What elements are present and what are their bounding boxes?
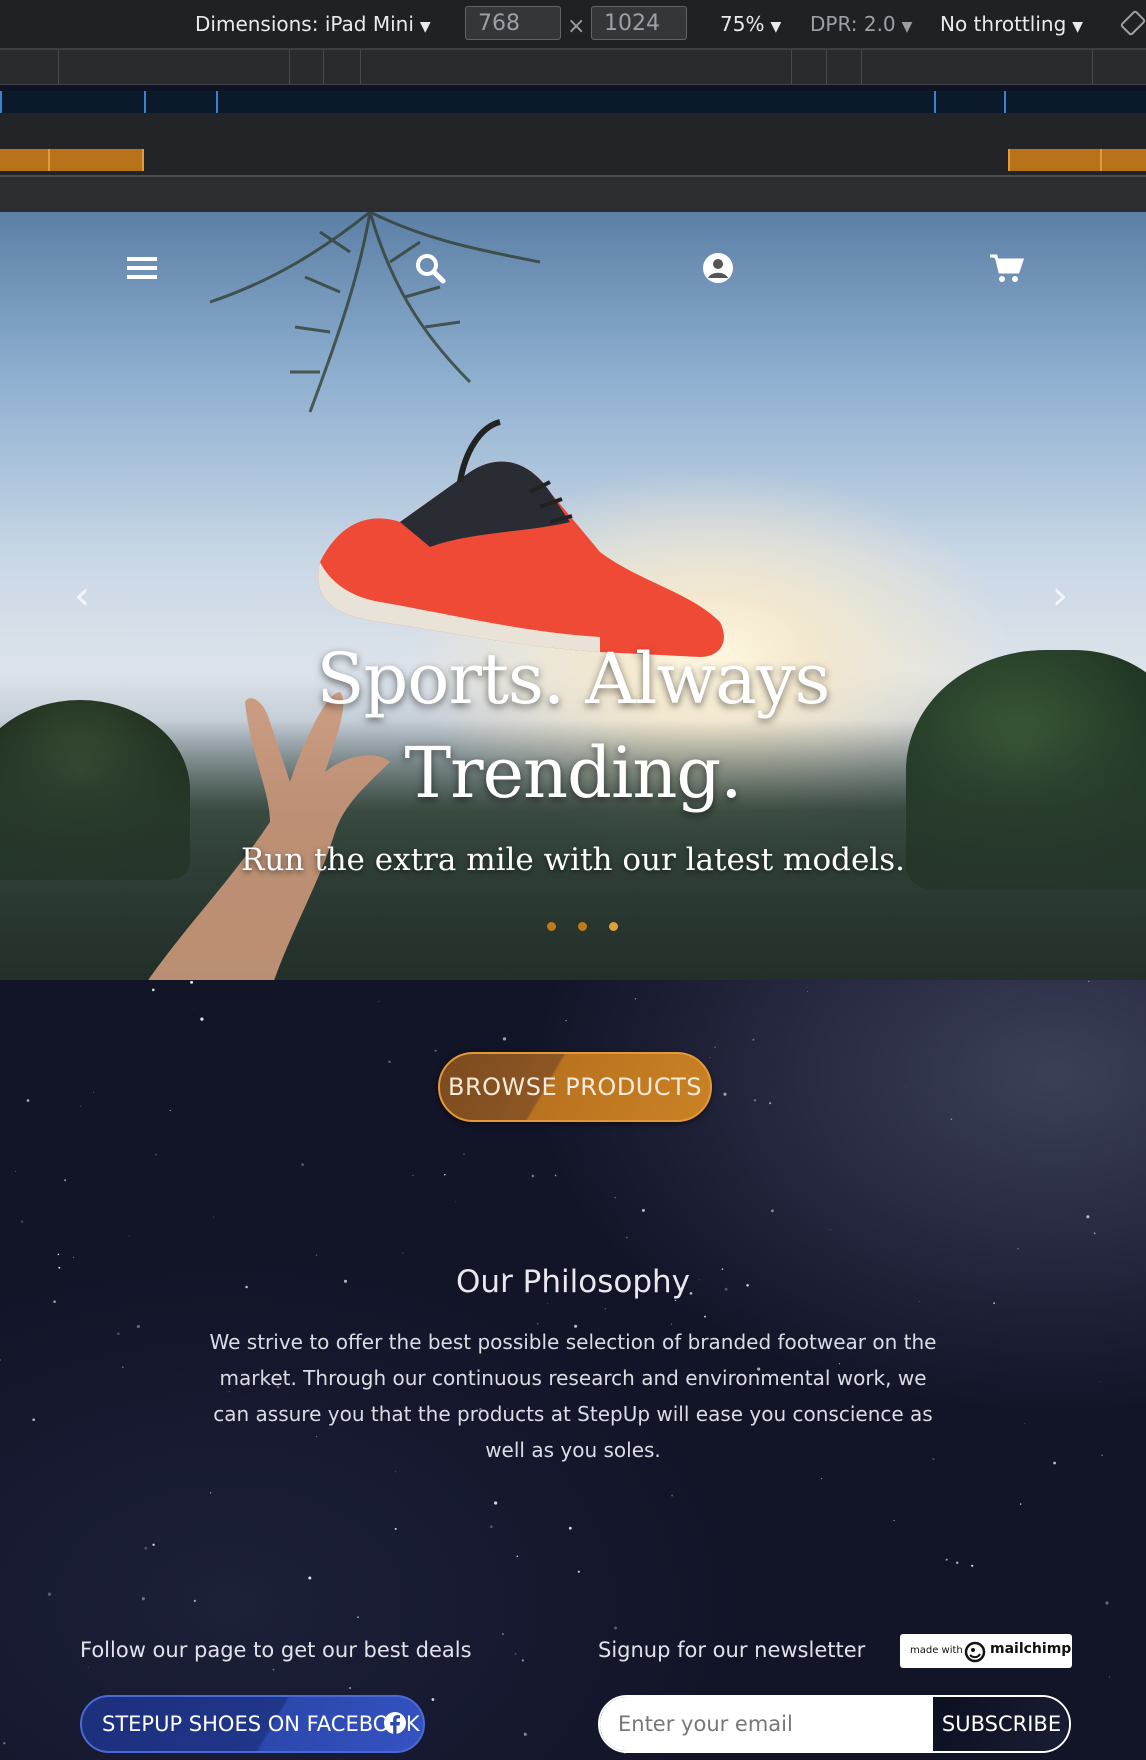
hero-subtitle: Run the extra mile with our latest model… bbox=[241, 842, 905, 878]
subscribe-button[interactable]: SUBSCRIBE bbox=[932, 1697, 1069, 1751]
hero-title-line2: Trending. bbox=[404, 732, 742, 814]
newsletter-signup-text: Signup for our newsletter bbox=[598, 1638, 866, 1662]
follow-text: Follow our page to get our best deals bbox=[80, 1638, 472, 1662]
rotate-icon[interactable] bbox=[1120, 10, 1146, 36]
carousel-indicators bbox=[536, 918, 629, 931]
browse-products-button[interactable]: BROWSE PRODUCTS bbox=[438, 1052, 712, 1122]
zoom-dropdown[interactable]: 75% ▼ bbox=[720, 12, 781, 36]
zoom-label: 75% bbox=[720, 12, 765, 36]
chevron-down-icon: ▼ bbox=[419, 19, 431, 35]
carousel-dot[interactable] bbox=[578, 922, 587, 931]
mailchimp-logo-icon bbox=[964, 1641, 986, 1663]
throttling-dropdown[interactable]: No throttling ▼ bbox=[940, 12, 1083, 36]
philosophy-text: We strive to offer the best possible sel… bbox=[209, 1330, 937, 1462]
height-input[interactable]: 1024 bbox=[591, 6, 687, 40]
chevron-down-icon: ▼ bbox=[770, 19, 782, 35]
media-query-bar-min-width[interactable] bbox=[0, 113, 1146, 177]
hero-title: Sports. Always Trending. bbox=[0, 632, 1146, 820]
email-input[interactable] bbox=[600, 1697, 932, 1751]
menu-icon[interactable] bbox=[122, 248, 162, 288]
dimensions-dropdown[interactable]: Dimensions: iPad Mini ▼ bbox=[195, 12, 431, 36]
facebook-icon bbox=[384, 1712, 406, 1735]
chevron-down-icon: ▼ bbox=[901, 19, 913, 35]
carousel-prev-arrow[interactable]: ‹ bbox=[74, 576, 104, 616]
width-input[interactable]: 768 bbox=[465, 6, 561, 40]
media-query-bar-max-width[interactable] bbox=[0, 91, 1146, 113]
times-symbol: × bbox=[567, 14, 586, 39]
chevron-down-icon: ▼ bbox=[1072, 19, 1084, 35]
badge-small-text: made with bbox=[910, 1645, 963, 1656]
search-icon[interactable] bbox=[410, 248, 450, 288]
newsletter-form: SUBSCRIBE bbox=[598, 1695, 1071, 1753]
mailchimp-badge[interactable]: made with mailchimp bbox=[900, 1634, 1072, 1668]
badge-brand-text: mailchimp bbox=[990, 1641, 1072, 1657]
main-content: BROWSE PRODUCTS Our Philosophy We strive… bbox=[0, 980, 1146, 1760]
media-query-ruler bbox=[0, 50, 1146, 85]
philosophy-title: Our Philosophy bbox=[456, 1264, 690, 1300]
dimensions-label: Dimensions: iPad Mini bbox=[195, 12, 414, 36]
devtools-device-toolbar: Dimensions: iPad Mini ▼ 768 × 1024 75% ▼ D… bbox=[0, 0, 1146, 50]
carousel-next-arrow[interactable]: › bbox=[1052, 576, 1082, 616]
dpr-dropdown[interactable]: DPR: 2.0 ▼ bbox=[810, 12, 912, 36]
hero-title-line1: Sports. Always bbox=[316, 638, 831, 720]
facebook-page-button[interactable]: STEPUP SHOES ON FACEBOOK bbox=[80, 1695, 425, 1753]
ruler-gap bbox=[0, 177, 1146, 212]
dpr-label: DPR: 2.0 bbox=[810, 12, 896, 36]
throttling-label: No throttling bbox=[940, 12, 1067, 36]
carousel-dot[interactable] bbox=[547, 922, 556, 931]
account-icon[interactable] bbox=[698, 248, 738, 288]
cart-icon[interactable] bbox=[986, 248, 1026, 288]
carousel-dot[interactable] bbox=[609, 922, 618, 931]
facebook-button-label: STEPUP SHOES ON FACEBOOK bbox=[102, 1712, 420, 1736]
hero-carousel: ‹ › Sports. Always Trending. Run the ext… bbox=[0, 212, 1146, 980]
